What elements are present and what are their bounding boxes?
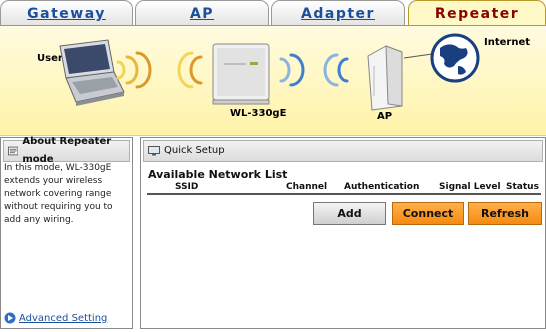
advanced-setting-label: Advanced Setting [19, 312, 108, 324]
about-panel-header: About Repeater mode [3, 136, 130, 165]
add-button[interactable]: Add [313, 202, 386, 225]
quick-setup-header: Quick Setup [143, 140, 543, 162]
advanced-setting-link[interactable]: Advanced Setting [4, 312, 107, 324]
about-description: In this mode, WL-330gE extends your wire… [4, 163, 113, 225]
available-network-list-title: Available Network List [148, 168, 288, 181]
quick-setup-title: Quick Setup [164, 145, 225, 156]
column-signal-level: Signal Level [439, 182, 501, 192]
mode-tab-bar: Gateway AP Adapter Repeater [0, 0, 546, 27]
wave-icon [116, 51, 203, 89]
tab-ap[interactable]: AP [135, 0, 269, 25]
tab-adapter[interactable]: Adapter [271, 0, 405, 25]
refresh-button[interactable]: Refresh [468, 202, 542, 225]
column-authentication: Authentication [344, 182, 420, 192]
monitor-icon [148, 146, 160, 156]
column-status: Status [506, 182, 539, 192]
column-channel: Channel [286, 182, 328, 192]
tab-gateway[interactable]: Gateway [0, 0, 133, 25]
wave-icon [279, 53, 349, 87]
tab-repeater[interactable]: Repeater [408, 0, 546, 27]
diagram-graphics [59, 33, 480, 111]
network-table-header: SSID Channel Authentication Signal Level… [147, 182, 541, 195]
laptop-icon [59, 39, 125, 106]
about-repeater-panel: About Repeater mode In this mode, WL-330… [0, 136, 133, 329]
wl330ge-device-icon [212, 43, 270, 105]
access-point-icon [367, 45, 403, 111]
connect-button[interactable]: Connect [392, 202, 464, 225]
arrow-circle-icon [4, 312, 16, 324]
repeater-diagram-banner: User WL-330gE AP Internet [0, 25, 546, 136]
column-ssid: SSID [175, 182, 199, 192]
info-icon [8, 146, 19, 156]
internet-globe-icon [430, 33, 480, 83]
quick-setup-panel: Quick Setup Available Network List SSID … [140, 137, 546, 329]
